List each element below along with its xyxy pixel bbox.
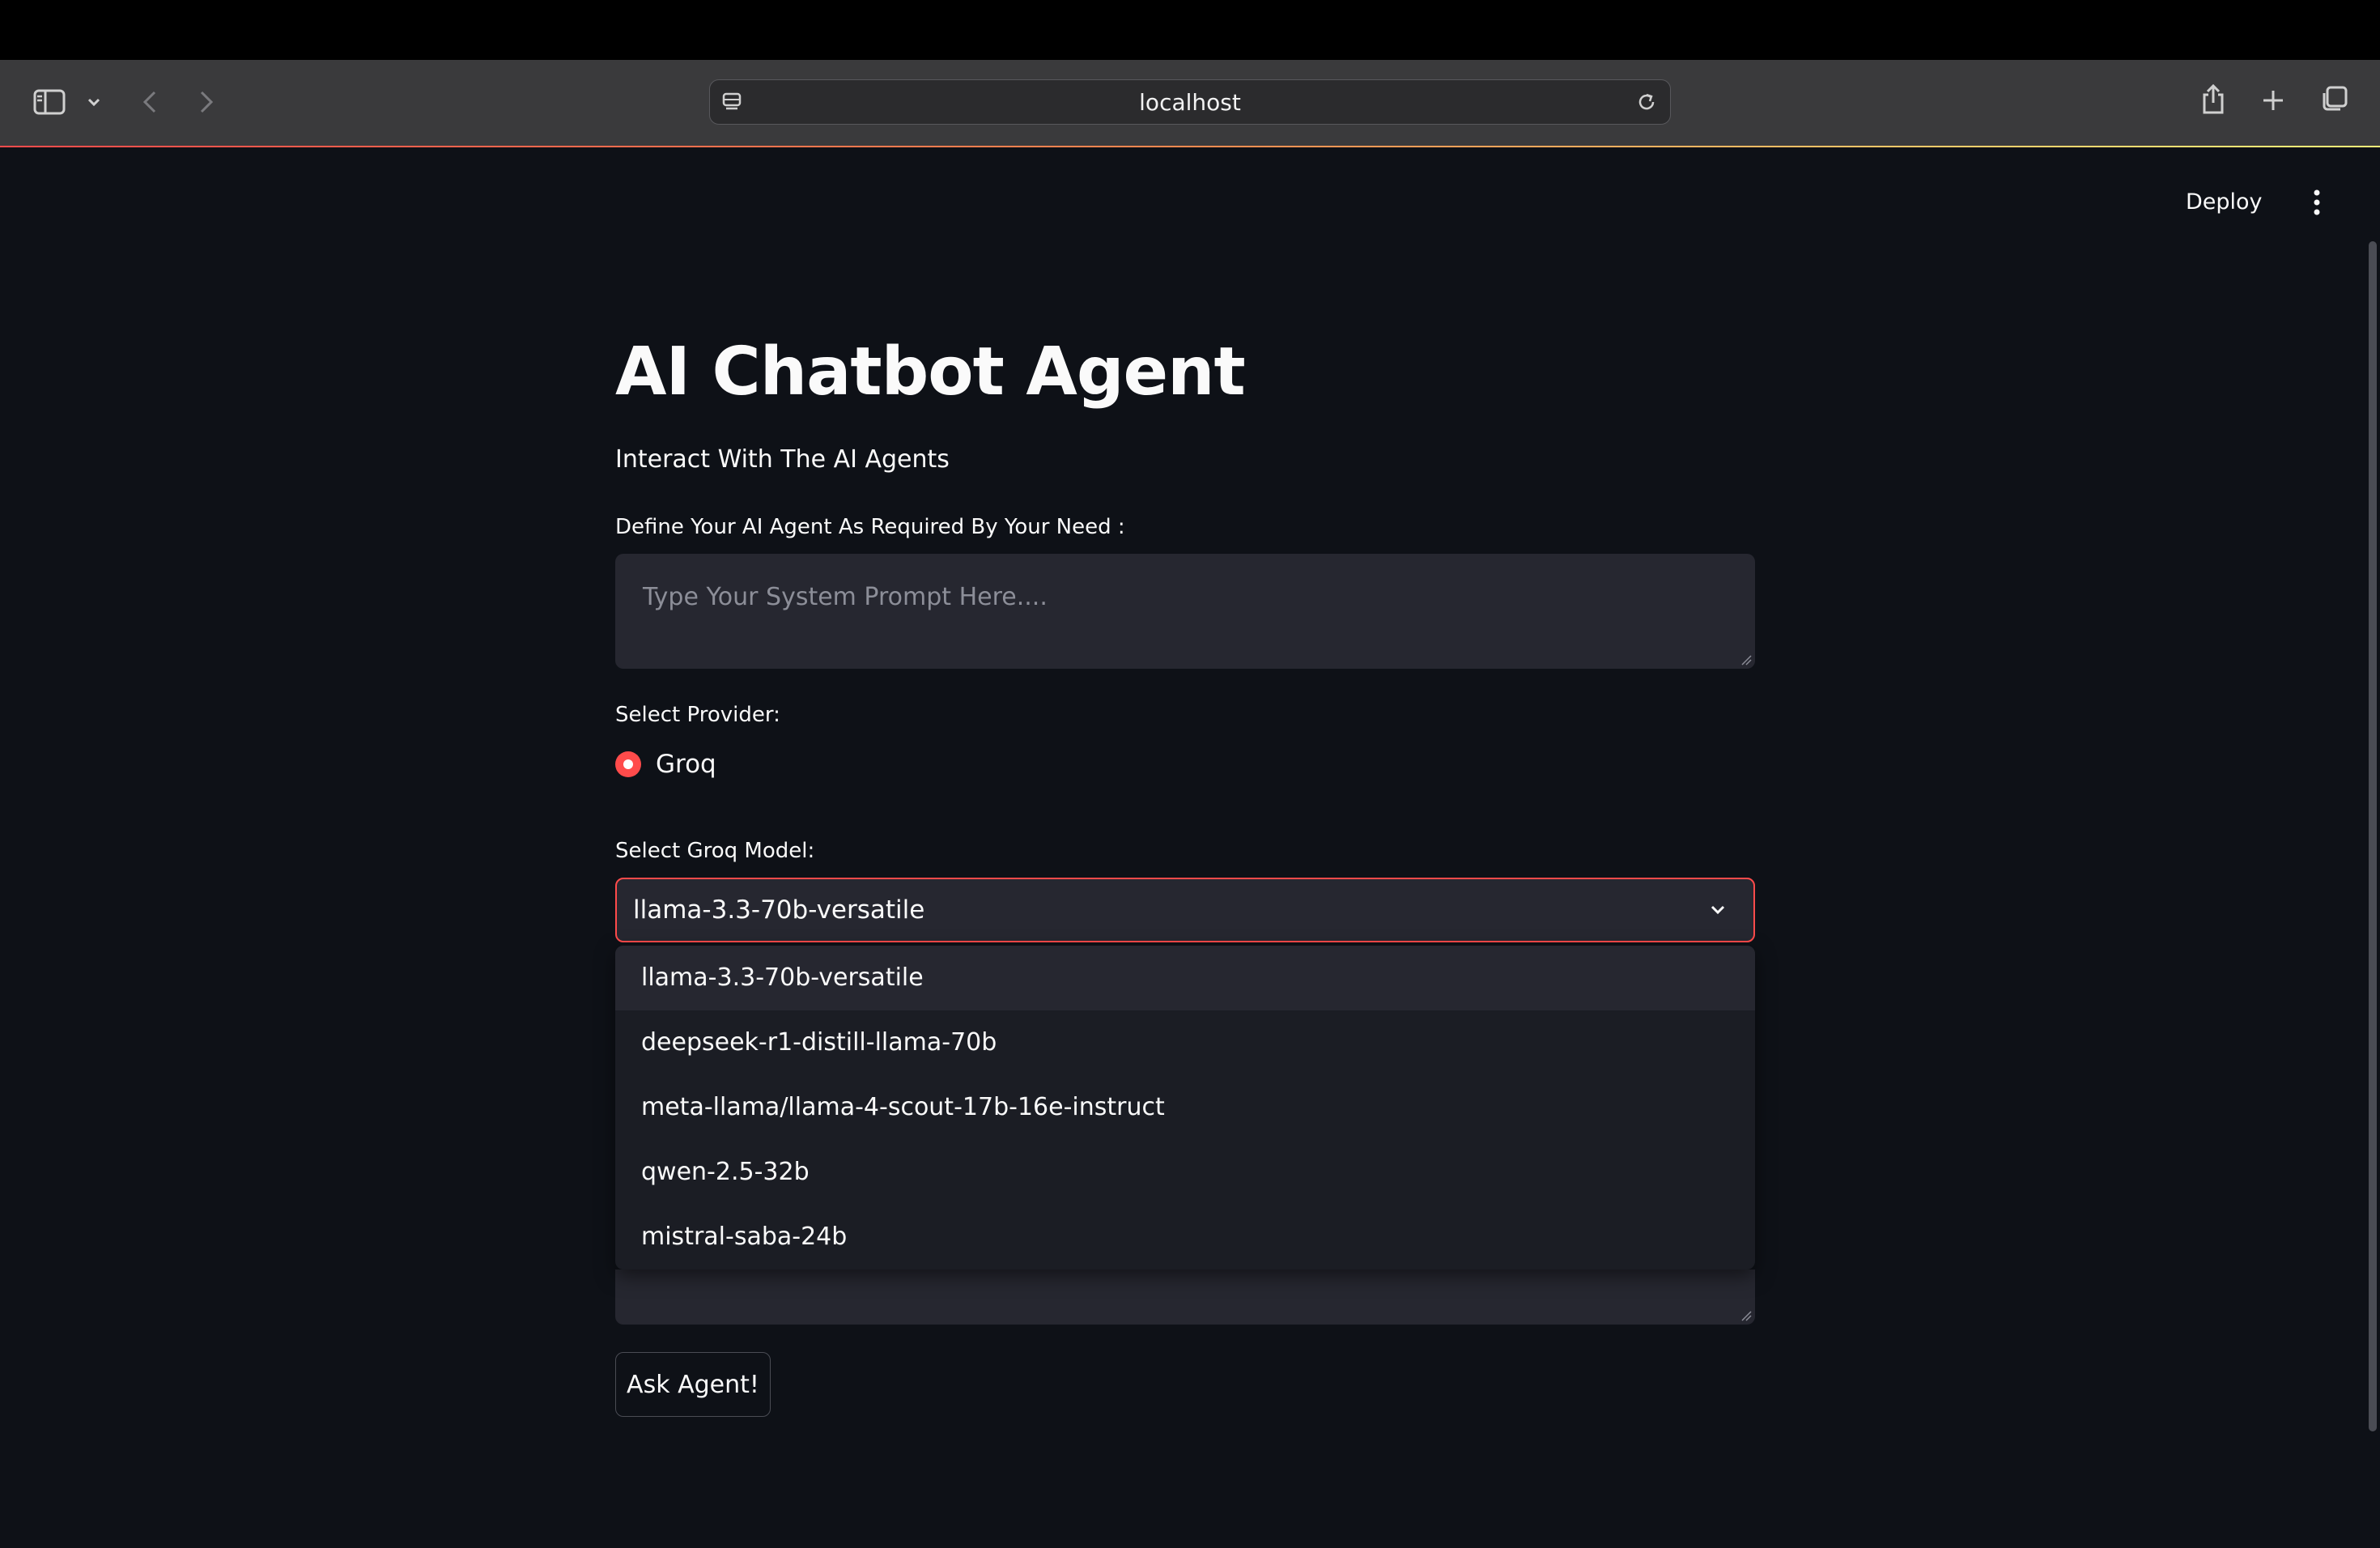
provider-radio-groq[interactable]: Groq xyxy=(615,748,716,780)
menu-bar xyxy=(0,0,2380,60)
chevron-down-icon[interactable] xyxy=(1706,899,1729,921)
address-bar[interactable]: localhost xyxy=(709,79,1671,125)
model-label: Select Groq Model: xyxy=(615,839,815,863)
model-select[interactable]: llama-3.3-70b-versatile xyxy=(615,878,1755,942)
dropdown-option[interactable]: mistral-saba-24b xyxy=(615,1205,1755,1269)
provider-label: Select Provider: xyxy=(615,703,780,727)
dropdown-option[interactable]: qwen-2.5-32b xyxy=(615,1140,1755,1205)
browser-toolbar: localhost xyxy=(0,60,2380,146)
kebab-menu-icon[interactable] xyxy=(2309,186,2325,219)
page-loading-bar xyxy=(0,146,2380,147)
ask-agent-button[interactable]: Ask Agent! xyxy=(615,1352,771,1417)
system-prompt-label: Define Your AI Agent As Required By Your… xyxy=(615,515,1125,539)
dropdown-option[interactable]: meta-llama/llama-4-scout-17b-16e-instruc… xyxy=(615,1075,1755,1140)
resize-handle-icon[interactable] xyxy=(1740,654,1752,666)
resize-handle-icon[interactable] xyxy=(1740,1310,1752,1321)
radio-selected-icon[interactable] xyxy=(615,751,641,777)
sidebar-icon[interactable] xyxy=(31,83,68,121)
tabs-overview-icon[interactable] xyxy=(2317,83,2351,117)
page-scrollbar[interactable] xyxy=(2369,241,2377,1431)
model-dropdown-list: llama-3.3-70b-versatile deepseek-r1-dist… xyxy=(615,946,1755,1269)
system-prompt-placeholder: Type Your System Prompt Here.... xyxy=(643,583,1048,611)
page-subtitle: Interact With The AI Agents xyxy=(615,445,950,474)
reload-icon[interactable] xyxy=(1634,90,1659,114)
plus-icon[interactable] xyxy=(2257,84,2289,117)
model-select-value: llama-3.3-70b-versatile xyxy=(633,895,925,925)
dropdown-option[interactable]: deepseek-r1-distill-llama-70b xyxy=(615,1010,1755,1075)
system-prompt-input[interactable]: Type Your System Prompt Here.... xyxy=(615,554,1755,669)
query-input[interactable] xyxy=(615,1269,1755,1325)
back-arrow-icon[interactable] xyxy=(138,84,162,120)
chevron-down-icon[interactable] xyxy=(84,92,104,112)
page-title: AI Chatbot Agent xyxy=(615,334,1246,410)
deploy-button[interactable]: Deploy xyxy=(2186,183,2263,222)
share-icon[interactable] xyxy=(2197,79,2229,120)
provider-option-label: Groq xyxy=(656,750,716,779)
dropdown-option[interactable]: llama-3.3-70b-versatile xyxy=(615,946,1755,1010)
forward-arrow-icon[interactable] xyxy=(194,84,219,120)
url-text[interactable]: localhost xyxy=(710,80,1670,125)
